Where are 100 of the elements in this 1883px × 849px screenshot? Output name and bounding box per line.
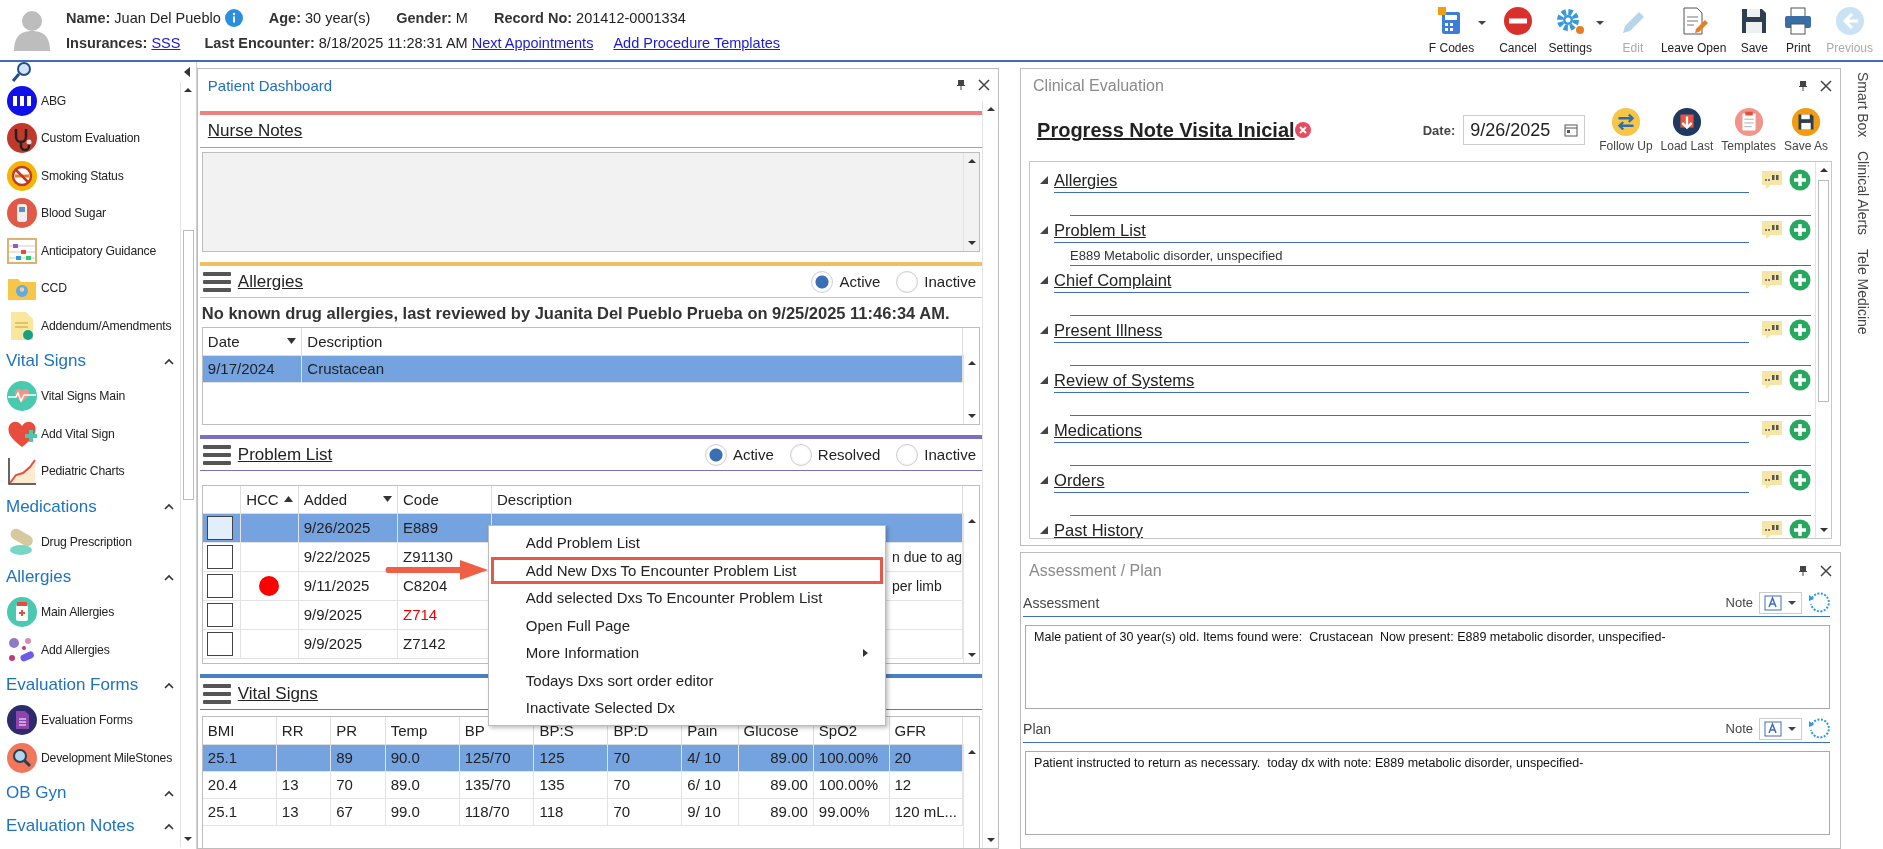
action-button[interactable]: Follow Up xyxy=(1595,107,1657,153)
column-header[interactable]: Description xyxy=(301,328,963,355)
table-cell: 99.0 xyxy=(385,798,460,825)
action-button[interactable]: Load Last xyxy=(1656,107,1718,153)
toolbar-button[interactable]: Leave Open xyxy=(1656,5,1731,55)
panel-title: Clinical Evaluation xyxy=(1033,77,1164,95)
table-row[interactable]: 9/17/2024 Crustacean xyxy=(202,355,963,382)
column-header[interactable]: Added xyxy=(298,486,398,513)
table-cell: 13 xyxy=(276,771,331,798)
note-field[interactable]: Male patient of 30 year(s) old. Items found were: Crustacean Now present: E889 metabolic disorder, unspecified- xyxy=(1025,625,1831,709)
menu-item[interactable]: Open Full Page xyxy=(490,611,883,639)
insurance-link[interactable]: SSS xyxy=(151,35,181,51)
sidebar-item[interactable]: Smoking Status xyxy=(41,168,124,183)
side-tab[interactable]: Clinical Alerts xyxy=(1855,151,1872,236)
note-field[interactable]: Patient instructed to return as necessary. today dx with note: E889 metabolic disorder, unspecified- xyxy=(1025,751,1831,835)
header-link[interactable]: Next Appointments xyxy=(471,35,594,51)
sidebar-item[interactable]: Add Vital Sign xyxy=(41,426,115,441)
toolbar-button[interactable]: F Codes xyxy=(1424,5,1492,55)
sidebar-item[interactable]: CCD xyxy=(41,281,67,296)
column-header[interactable]: PR xyxy=(330,717,386,744)
column-header[interactable]: GFR xyxy=(889,717,963,744)
panel-title: Patient Dashboard xyxy=(207,76,333,94)
section-title[interactable]: Problem List xyxy=(237,444,333,465)
action-button[interactable]: Templates xyxy=(1717,107,1780,153)
side-tab[interactable]: Smart Box xyxy=(1855,72,1872,138)
sidebar-item[interactable]: Add Allergies xyxy=(41,642,110,657)
field-label: Plan xyxy=(1023,720,1052,737)
note-label: Note xyxy=(1725,595,1754,610)
table-cell: 89.00 xyxy=(738,744,814,771)
section-title[interactable]: Problem List xyxy=(1054,221,1146,242)
table-cell: 25.1 xyxy=(202,798,277,825)
radio-label: Resolved xyxy=(817,446,881,463)
section-title[interactable]: Allergies xyxy=(1054,171,1118,192)
section-title[interactable]: Chief Complaint xyxy=(1054,271,1172,292)
section-title[interactable]: Present Illness xyxy=(1054,321,1163,342)
section-title[interactable]: Medications xyxy=(1054,421,1143,442)
table-cell: 9/17/2024 xyxy=(202,355,302,382)
sidebar-item[interactable]: Pediatric Charts xyxy=(41,464,125,479)
section-title[interactable]: Nurse Notes xyxy=(207,121,303,140)
panel-title: Assessment / Plan xyxy=(1029,562,1162,580)
radio-label: Active xyxy=(839,273,881,290)
header-link[interactable]: Add Procedure Templates xyxy=(613,35,780,51)
action-button[interactable]: Save As xyxy=(1780,107,1833,153)
sidebar-item[interactable]: Development MileStones xyxy=(41,750,173,765)
table-cell: 70 xyxy=(607,798,682,825)
column-header[interactable]: Code xyxy=(397,486,492,513)
column-header[interactable]: RR xyxy=(276,717,331,744)
table-cell: 9/9/2025 xyxy=(298,629,398,658)
section-title[interactable]: Vital Signs xyxy=(237,683,318,704)
column-header[interactable]: HCC xyxy=(240,486,299,513)
group-header[interactable]: Allergies xyxy=(6,567,72,587)
table-cell: 125/70 xyxy=(459,744,534,771)
menu-item[interactable]: Todays Dxs sort order editor xyxy=(490,666,883,694)
table-cell: 4/ 10 xyxy=(681,744,738,771)
table-row[interactable]: 20.4 13 70 89.0 135/70 135 70 6/ 10 89.00 100.00% 12 xyxy=(202,771,963,798)
table-cell: 125 xyxy=(533,744,608,771)
toolbar-button[interactable]: Settings xyxy=(1544,5,1609,55)
table-cell: 70 xyxy=(607,744,682,771)
sidebar-item[interactable]: Drug Prescription xyxy=(41,534,132,549)
side-tab[interactable]: Tele Medicine xyxy=(1855,249,1872,335)
table-row[interactable]: 25.1 89 90.0 125/70 125 70 4/ 10 89.00 100.00% 20 xyxy=(202,744,963,771)
section-title[interactable]: Review of Systems xyxy=(1054,371,1195,392)
sidebar-item[interactable]: ABG xyxy=(41,93,67,108)
sidebar-item[interactable]: Addendum/Amendments xyxy=(41,318,172,333)
column-header[interactable]: Date xyxy=(202,328,302,355)
field-label: Age: xyxy=(268,10,301,26)
sidebar-item[interactable]: Main Allergies xyxy=(41,605,115,620)
table-row[interactable]: 25.1 13 67 99.0 118/70 118 70 9/ 10 89.00 99.00% 120 mL... xyxy=(202,798,963,825)
section-title[interactable]: Allergies xyxy=(237,271,303,292)
table-cell: 118/70 xyxy=(459,798,534,825)
section-title[interactable]: Orders xyxy=(1054,471,1105,492)
date-field[interactable]: 9/26/2025 xyxy=(1463,115,1586,145)
sidebar-item[interactable]: Blood Sugar xyxy=(41,206,106,221)
table-cell: 118 xyxy=(533,798,608,825)
radio-label: Active xyxy=(732,446,774,463)
section-text: E889 Metabolic disorder, unspecified xyxy=(1070,248,1283,263)
sidebar-item[interactable]: Custom Evaluation xyxy=(41,131,140,146)
table-cell: 100.00% xyxy=(813,771,889,798)
sidebar-item[interactable]: Anticipatory Guidance xyxy=(41,243,157,258)
table-cell: 20.4 xyxy=(202,771,277,798)
radio-label: Inactive xyxy=(924,273,977,290)
column-header[interactable]: Description xyxy=(491,486,963,513)
sidebar-item[interactable]: Evaluation Forms xyxy=(41,713,133,728)
toolbar-button[interactable]: Print xyxy=(1778,5,1819,55)
column-header[interactable]: Temp xyxy=(385,717,460,744)
menu-item[interactable]: More Information xyxy=(490,639,883,667)
group-header[interactable]: Evaluation Notes xyxy=(6,816,135,836)
group-header[interactable]: OB Gyn xyxy=(6,783,67,803)
field-value: Juan Del Pueblo xyxy=(114,10,221,26)
group-header[interactable]: Evaluation Forms xyxy=(6,675,139,695)
toolbar-button[interactable]: Cancel xyxy=(1495,5,1541,55)
table-cell: 25.1 xyxy=(202,744,277,771)
group-header[interactable]: Medications xyxy=(6,496,97,517)
menu-item[interactable]: Add New Dxs To Encounter Problem List xyxy=(490,556,883,584)
group-header[interactable]: Vital Signs xyxy=(6,351,86,371)
table-cell: 120 mL... xyxy=(889,798,963,825)
table-cell: 89.00 xyxy=(738,771,814,798)
sidebar-item[interactable]: Vital Signs Main xyxy=(41,389,125,404)
toolbar-button[interactable]: Save xyxy=(1734,5,1775,55)
column-header[interactable]: BMI xyxy=(202,717,277,744)
